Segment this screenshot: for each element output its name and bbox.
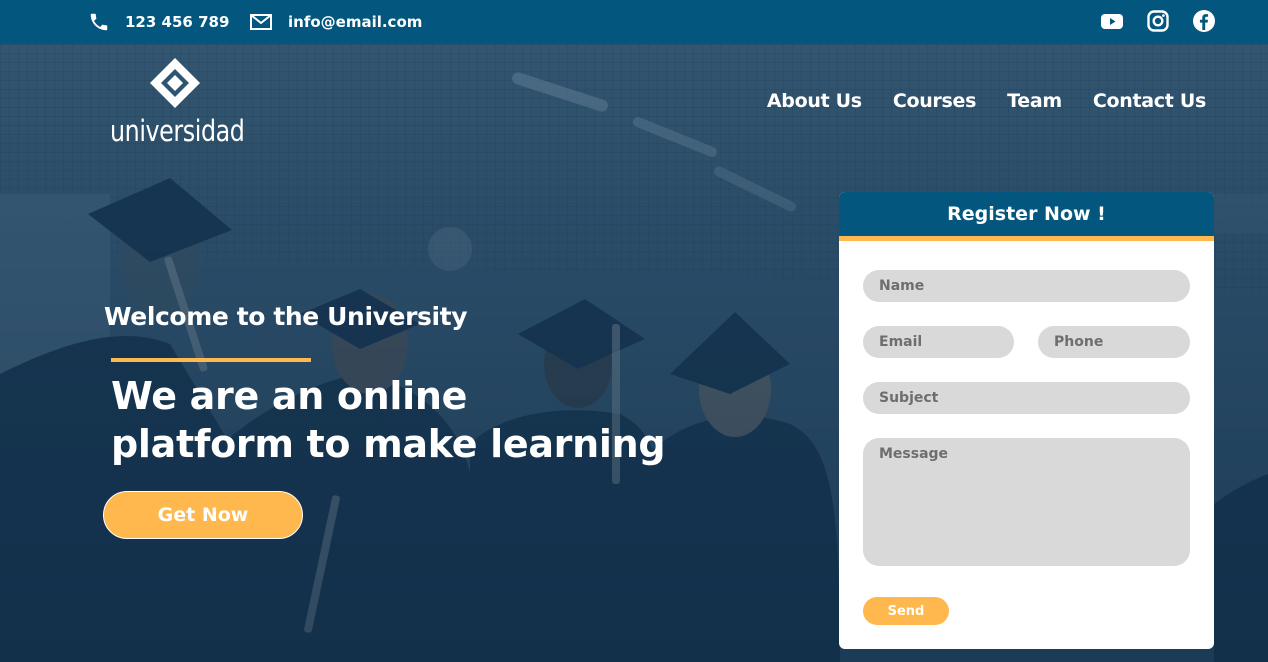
subject-input[interactable]: Subject — [863, 382, 1190, 414]
accent-divider — [111, 358, 311, 362]
get-now-button[interactable]: Get Now — [103, 491, 303, 539]
diamond-logo-icon — [150, 58, 200, 108]
register-title: Register Now ! — [839, 192, 1214, 241]
email-contact[interactable]: info@email.com — [250, 0, 422, 44]
email-input[interactable]: Email — [863, 326, 1014, 358]
nav-team[interactable]: Team — [1007, 90, 1062, 112]
phone-icon — [88, 11, 110, 33]
site-logo[interactable]: universidad — [108, 56, 248, 152]
landing-page: 123 456 789 info@email.com universidad A… — [0, 0, 1268, 662]
brand-name: universidad — [110, 114, 245, 148]
send-button[interactable]: Send — [863, 597, 949, 625]
headline-line-2: platform to make learning — [111, 422, 666, 466]
headline-line-1: We are an online — [111, 374, 468, 418]
register-form-card: Register Now ! Name Email Phone Subject … — [839, 192, 1214, 649]
phone-input[interactable]: Phone — [1038, 326, 1190, 358]
nav-contact-us[interactable]: Contact Us — [1093, 90, 1206, 112]
email-address: info@email.com — [288, 13, 423, 31]
hero-headline: We are an online platform to make learni… — [111, 372, 671, 468]
social-links — [1100, 9, 1216, 33]
main-nav: About Us Courses Team Contact Us — [767, 90, 1206, 112]
nav-about-us[interactable]: About Us — [767, 90, 862, 112]
phone-number: 123 456 789 — [125, 13, 230, 31]
welcome-heading: Welcome to the University — [104, 302, 468, 331]
instagram-icon[interactable] — [1146, 9, 1170, 33]
nav-courses[interactable]: Courses — [893, 90, 977, 112]
youtube-icon[interactable] — [1100, 9, 1124, 33]
facebook-icon[interactable] — [1192, 9, 1216, 33]
mail-icon — [250, 14, 272, 30]
phone-contact[interactable]: 123 456 789 — [88, 0, 229, 44]
message-textarea[interactable]: Message — [863, 438, 1190, 566]
top-contact-bar: 123 456 789 info@email.com — [0, 0, 1268, 44]
name-input[interactable]: Name — [863, 270, 1190, 302]
